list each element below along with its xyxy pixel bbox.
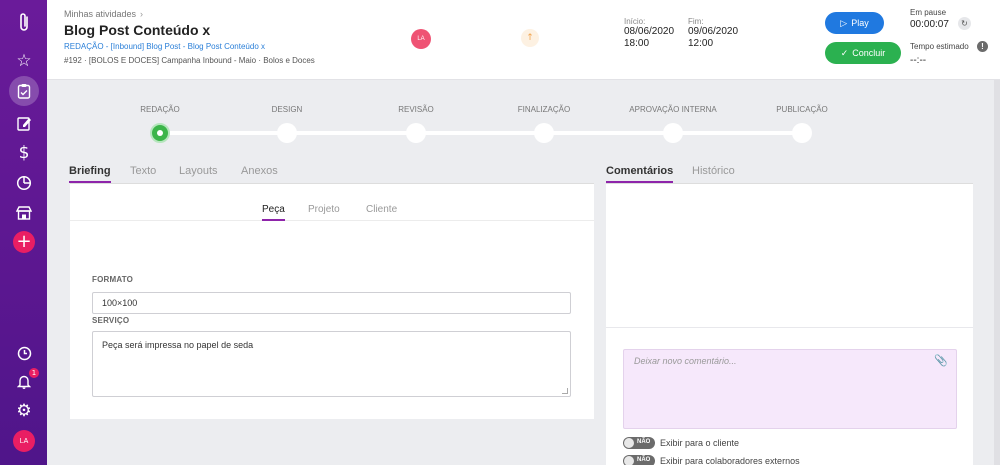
subtab-peca[interactable]: Peça xyxy=(262,204,285,221)
clock-icon[interactable] xyxy=(9,338,39,368)
star-icon[interactable]: ☆ xyxy=(9,46,39,76)
step-publicacao[interactable]: PUBLICAÇÃO xyxy=(742,80,862,143)
step-label: DESIGN xyxy=(271,105,303,114)
task-reference: #192 · [BOLOS E DOCES] Campanha Inbound … xyxy=(64,56,315,65)
complete-label: Concluir xyxy=(852,48,886,58)
service-text: Peça será impressa no papel de seda xyxy=(102,340,254,350)
play-label: Play xyxy=(851,18,869,28)
estimated-time-value: --:-- xyxy=(910,55,927,66)
tab-anexos[interactable]: Anexos xyxy=(241,165,278,177)
step-revisao[interactable]: REVISÃO xyxy=(356,80,476,143)
subtab-cliente[interactable]: Cliente xyxy=(366,204,397,215)
step-dot xyxy=(663,123,683,143)
step-current-dot xyxy=(150,123,170,143)
info-icon[interactable]: ! xyxy=(977,41,988,52)
comment-placeholder: Deixar novo comentário... xyxy=(634,356,737,366)
resize-handle[interactable] xyxy=(562,388,568,394)
format-label: FORMATO xyxy=(92,275,134,284)
workflow-stepper: REDAÇÃO DESIGN REVISÃO FINALIZAÇÃO APROV… xyxy=(47,80,1000,155)
pause-status-label: Em pause xyxy=(910,8,947,17)
start-time: 18:00 xyxy=(624,38,650,49)
start-label: Início: xyxy=(624,17,646,26)
check-icon: ✓ xyxy=(840,47,849,58)
show-external-row: NÃO Exibir para colaboradores externos xyxy=(623,455,800,465)
divider xyxy=(606,327,973,328)
end-label: Fim: xyxy=(688,17,704,26)
step-aprovacao-interna[interactable]: APROVAÇÃO INTERNA xyxy=(613,80,733,143)
start-date: 08/06/2020 xyxy=(624,26,675,37)
tab-briefing[interactable]: Briefing xyxy=(69,165,111,183)
step-finalizacao[interactable]: FINALIZAÇÃO xyxy=(484,80,604,143)
scrollbar[interactable] xyxy=(994,80,1000,465)
task-header: Minhas atividades › Blog Post Conteúdo x … xyxy=(47,0,1000,80)
toggle-off-text: NÃO xyxy=(637,457,651,463)
page-title: Blog Post Conteúdo x xyxy=(64,22,211,38)
timer-value: 00:00:07 xyxy=(910,19,949,30)
step-label: FINALIZAÇÃO xyxy=(517,105,571,114)
show-client-row: NÃO Exibir para o cliente xyxy=(623,437,739,449)
gear-icon[interactable]: ⚙ xyxy=(9,396,39,426)
store-icon[interactable] xyxy=(9,198,39,228)
play-button[interactable]: ▷ Play xyxy=(825,12,884,34)
show-external-toggle[interactable]: NÃO xyxy=(623,455,655,465)
new-comment-input[interactable]: Deixar novo comentário... 📎 xyxy=(623,349,957,429)
subtab-projeto[interactable]: Projeto xyxy=(308,204,340,215)
assignee-avatar[interactable]: LA xyxy=(411,29,431,49)
step-label: PUBLICAÇÃO xyxy=(776,105,828,114)
play-icon: ▷ xyxy=(840,17,848,28)
priority-arrow-icon[interactable]: ↑ xyxy=(521,29,539,47)
chevron-right-icon: › xyxy=(140,9,144,19)
step-dot xyxy=(534,123,554,143)
add-icon[interactable]: + xyxy=(13,231,35,253)
step-label: APROVAÇÃO INTERNA xyxy=(629,105,717,114)
show-client-label: Exibir para o cliente xyxy=(660,438,740,448)
step-label: REVISÃO xyxy=(398,105,434,114)
pie-chart-icon[interactable] xyxy=(9,168,39,198)
sidebar: ☆ $ + 1 ⚙ LA xyxy=(0,0,47,465)
step-label: REDAÇÃO xyxy=(140,105,180,114)
dollar-icon[interactable]: $ xyxy=(9,138,39,168)
start-date-block: Início: 08/06/2020 18:00 xyxy=(624,17,674,50)
edit-icon[interactable] xyxy=(9,108,39,138)
notification-badge: 1 xyxy=(29,368,39,378)
show-client-toggle[interactable]: NÃO xyxy=(623,437,655,449)
step-design[interactable]: DESIGN xyxy=(227,80,347,143)
step-dot xyxy=(277,123,297,143)
tab-texto[interactable]: Texto xyxy=(130,165,156,177)
tab-layouts[interactable]: Layouts xyxy=(179,165,218,177)
step-dot xyxy=(792,123,812,143)
service-label: SERVIÇO xyxy=(92,316,130,325)
estimated-time-label: Tempo estimado xyxy=(910,42,969,51)
clipboard-icon[interactable] xyxy=(9,76,39,106)
subtab-bar: Peça Projeto Cliente xyxy=(70,184,594,221)
briefing-panel: Peça Projeto Cliente FORMATO 100×100 SER… xyxy=(70,183,594,419)
reset-timer-icon[interactable]: ↻ xyxy=(958,17,971,30)
service-textarea[interactable]: Peça será impressa no papel de seda xyxy=(92,331,571,397)
step-redacao[interactable]: REDAÇÃO xyxy=(100,80,220,143)
breadcrumb-label[interactable]: Minhas atividades xyxy=(64,9,136,19)
end-date: 09/06/2020 xyxy=(688,26,739,37)
user-avatar[interactable]: LA xyxy=(13,430,35,452)
end-time: 12:00 xyxy=(688,38,714,49)
end-date-block: Fim: 09/06/2020 12:00 xyxy=(688,17,738,50)
step-dot xyxy=(406,123,426,143)
tab-comentarios[interactable]: Comentários xyxy=(606,165,674,183)
breadcrumb[interactable]: Minhas atividades › xyxy=(64,9,143,19)
paperclip-logo-icon[interactable] xyxy=(9,8,39,38)
complete-button[interactable]: ✓ Concluir xyxy=(825,42,901,64)
attach-icon[interactable]: 📎 xyxy=(934,354,948,367)
tab-historico[interactable]: Histórico xyxy=(692,165,735,177)
format-field[interactable]: 100×100 xyxy=(92,292,571,314)
bell-icon[interactable]: 1 xyxy=(9,366,39,396)
toggle-off-text: NÃO xyxy=(637,439,651,445)
task-subtitle-link[interactable]: REDAÇÃO - [Inbound] Blog Post - Blog Pos… xyxy=(64,42,265,51)
show-external-label: Exibir para colaboradores externos xyxy=(660,456,800,465)
stepper-track xyxy=(160,131,810,135)
comments-panel: Deixar novo comentário... 📎 NÃO Exibir p… xyxy=(606,183,973,465)
